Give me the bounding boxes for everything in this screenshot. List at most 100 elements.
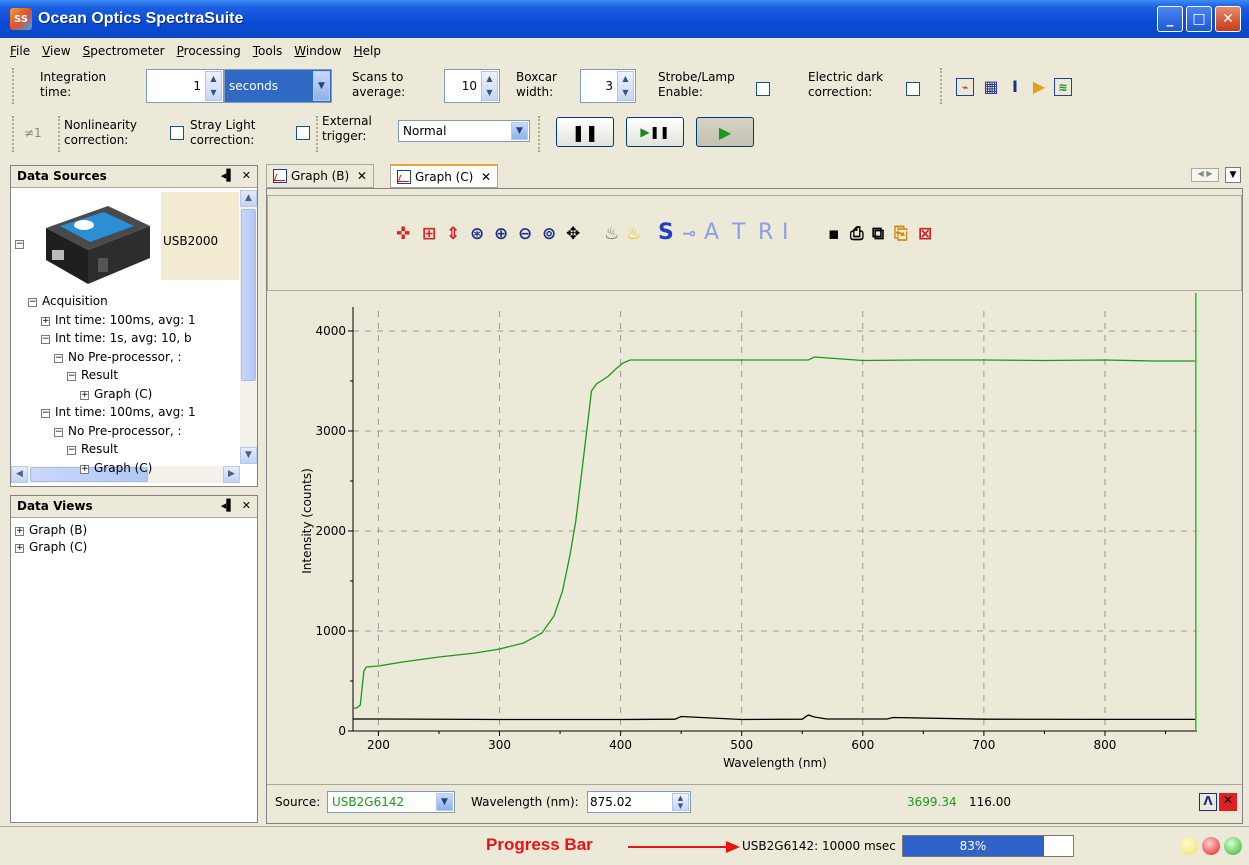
tab-list-icon[interactable]: ▼: [1225, 167, 1241, 183]
zoom-fit-icon[interactable]: ⊛: [470, 224, 484, 244]
zoom-reset-icon[interactable]: ⊚: [542, 224, 556, 244]
tree-node[interactable]: − No Pre-processor, :: [54, 350, 182, 364]
pin-icon[interactable]: ◂▌: [221, 169, 235, 182]
wavelength-input[interactable]: 875.02 ▲ ▼: [587, 791, 691, 813]
spectrum-chart[interactable]: 200 300 400 500 600 700 800 0 1000 2000 3000 4000 Wa…: [267, 293, 1242, 783]
spinner-arrows-icon[interactable]: ▲ ▼: [205, 71, 222, 101]
tree-node[interactable]: − Acquisition: [28, 294, 108, 308]
vertical-scrollbar[interactable]: ▲ ▼: [240, 190, 257, 464]
scans-to-average-stepper[interactable]: 10 ▲ ▼: [444, 69, 500, 103]
tab-graph-c[interactable]: Graph (C) ✕: [390, 164, 499, 188]
chevron-down-icon[interactable]: ▼: [313, 71, 330, 101]
spinner-arrows-icon[interactable]: ▲ ▼: [617, 71, 634, 101]
data-view-item[interactable]: + Graph (B): [15, 523, 87, 537]
menu-item[interactable]: Tools: [247, 42, 289, 62]
tree-node[interactable]: − Int time: 1s, avg: 10, b: [41, 331, 192, 345]
series-line-0: [353, 356, 1196, 709]
pin-icon[interactable]: ◂▌: [221, 499, 235, 512]
scope-mode-icon[interactable]: S: [658, 220, 674, 245]
close-icon[interactable]: ✕: [481, 170, 491, 184]
delete-icon[interactable]: ⊠: [918, 224, 932, 244]
irradiance-mode-icon[interactable]: I: [782, 220, 789, 245]
overlay-graph-icon[interactable]: ≋: [1054, 78, 1072, 96]
plot-area[interactable]: 200 300 400 500 600 700 800 0 1000 2000 3000 4000 Wa…: [267, 293, 1242, 783]
toolbar-grip[interactable]: [58, 116, 62, 152]
menu-item[interactable]: Window: [288, 42, 347, 62]
scroll-down-icon[interactable]: ▼: [240, 447, 257, 464]
toolbar-grip[interactable]: [316, 116, 320, 152]
close-button[interactable]: ✕: [1215, 6, 1241, 32]
save-icon[interactable]: ▪: [828, 224, 840, 244]
toolbar-grip[interactable]: [12, 68, 16, 104]
electric-dark-checkbox[interactable]: [906, 82, 920, 96]
menu-item[interactable]: Spectrometer: [77, 42, 171, 62]
boxcar-width-stepper[interactable]: 3 ▲ ▼: [580, 69, 636, 103]
single-acquire-button[interactable]: ▶❚❚: [626, 117, 684, 147]
table-view-icon[interactable]: ▦: [982, 78, 1000, 96]
menu-item[interactable]: Help: [348, 42, 387, 62]
close-icon[interactable]: ✕: [357, 169, 367, 183]
tree-node[interactable]: − Result: [67, 442, 118, 456]
stray-light-checkbox[interactable]: [296, 126, 310, 140]
device-name[interactable]: USB2000: [163, 234, 218, 248]
chevron-down-icon[interactable]: ▼: [511, 122, 528, 140]
device-collapse-toggle[interactable]: −: [15, 236, 29, 250]
toolbar-grip[interactable]: [12, 116, 16, 152]
zoom-vertical-icon[interactable]: ⇕: [446, 224, 460, 244]
tree-node[interactable]: + Graph (C): [80, 461, 152, 475]
bulb-off-icon[interactable]: ♨: [604, 224, 619, 244]
integration-time-stepper[interactable]: 1 ▲ ▼: [146, 69, 224, 103]
play-button[interactable]: ▶: [696, 117, 754, 147]
source-select[interactable]: USB2G6142 ▼: [327, 791, 455, 813]
title-bar[interactable]: SS Ocean Optics SpectraSuite _ □ ✕: [0, 0, 1249, 38]
strobe-lamp-checkbox[interactable]: [756, 82, 770, 96]
scroll-right-icon[interactable]: ▶: [223, 466, 240, 483]
zoom-in-icon[interactable]: ⊕: [494, 224, 508, 244]
export-icon[interactable]: ⎘: [894, 224, 908, 244]
graph-view-icon[interactable]: ⌁: [956, 78, 974, 96]
reflection-mode-icon[interactable]: R: [758, 220, 773, 245]
absorbance-mode-icon[interactable]: A: [704, 220, 719, 245]
integration-units-select[interactable]: seconds ▼: [224, 69, 332, 103]
crosshair-icon[interactable]: ✜: [396, 224, 410, 244]
menu-item[interactable]: View: [36, 42, 76, 62]
spinner-arrows-icon[interactable]: ▲ ▼: [481, 71, 498, 101]
zoom-box-icon[interactable]: ⊞: [422, 224, 436, 244]
trigger-mode-select[interactable]: Normal ▼: [398, 120, 530, 142]
tree-node[interactable]: − Result: [67, 368, 118, 382]
transmission-mode-icon[interactable]: T: [732, 220, 745, 245]
bulb-on-icon[interactable]: ♨: [626, 224, 641, 244]
menu-item[interactable]: File: [4, 42, 36, 62]
minimize-button[interactable]: _: [1157, 6, 1183, 32]
copy-icon[interactable]: ⧉: [872, 224, 884, 244]
color-view-icon[interactable]: ▶: [1030, 78, 1048, 96]
tree-node[interactable]: − No Pre-processor, :: [54, 424, 182, 438]
dark-reference-icon[interactable]: ⊸: [682, 224, 696, 244]
chevron-down-icon[interactable]: ▼: [436, 793, 453, 811]
tree-node[interactable]: − Int time: 100ms, avg: 1: [41, 405, 196, 419]
data-view-item[interactable]: + Graph (C): [15, 540, 87, 554]
pause-button[interactable]: ❚❚: [556, 117, 614, 147]
close-icon[interactable]: ✕: [242, 169, 251, 182]
tab-scroll-icon[interactable]: ◀ ▶: [1191, 168, 1219, 182]
tree-node[interactable]: + Graph (C): [80, 387, 152, 401]
maximize-button[interactable]: □: [1186, 6, 1212, 32]
pan-icon[interactable]: ✥: [566, 224, 580, 244]
cancel-icon[interactable]: ✕: [1219, 793, 1237, 811]
close-icon[interactable]: ✕: [242, 499, 251, 512]
scroll-left-icon[interactable]: ◀: [11, 466, 28, 483]
zoom-out-icon[interactable]: ⊖: [518, 224, 532, 244]
print-icon[interactable]: ⎙: [850, 224, 864, 244]
nonlinearity-checkbox[interactable]: [170, 126, 184, 140]
spinner-arrows-icon[interactable]: ▲ ▼: [672, 793, 689, 811]
tab-graph-b[interactable]: Graph (B) ✕: [266, 164, 374, 188]
text-view-icon[interactable]: I: [1006, 78, 1024, 96]
toolbar-grip[interactable]: [538, 116, 542, 152]
scroll-up-icon[interactable]: ▲: [240, 190, 257, 207]
intensity-value-green: 3699.34: [907, 795, 957, 809]
tree-node[interactable]: + Int time: 100ms, avg: 1: [41, 313, 196, 327]
peak-icon[interactable]: Λ: [1199, 793, 1217, 811]
menu-item[interactable]: Processing: [171, 42, 247, 62]
toolbar-grip[interactable]: [940, 68, 944, 104]
scroll-thumb[interactable]: [241, 209, 256, 381]
